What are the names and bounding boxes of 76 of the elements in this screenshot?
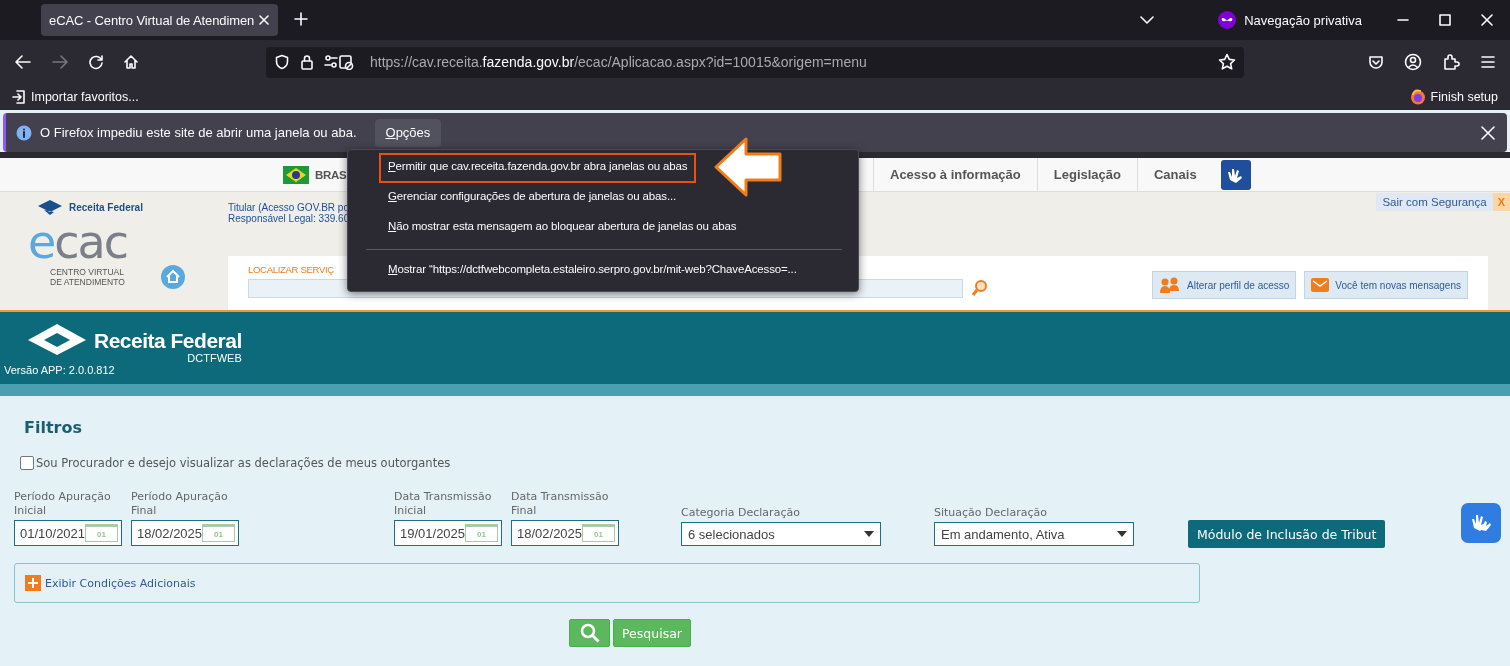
bookmark-item[interactable]: Importar favoritos... [12,90,139,104]
field-label: Período Apuração Inicial [14,490,112,518]
back-icon[interactable] [14,54,32,70]
nav-link[interactable]: Legislação [1036,158,1137,191]
receita-federal-logo: Receita Federal [36,198,143,216]
sign-language-button[interactable] [1461,503,1501,543]
menu-icon[interactable] [1480,54,1496,70]
mask-icon [1218,11,1237,29]
date-field[interactable]: 18/02/2025 01 [131,520,239,546]
account-icon[interactable] [1404,53,1422,71]
caret-icon [1117,531,1127,537]
envelope-icon [1311,278,1330,292]
logout-button[interactable]: Sair com Segurança [1376,193,1493,211]
url-text: https://cav.receita.fazenda.gov.br/ecac/Aplicacao.aspx?id=10015&origem=menu [370,54,867,70]
star-icon[interactable] [1218,53,1236,71]
reload-icon[interactable] [88,54,104,70]
nav-link[interactable]: Acesso à informação [873,158,1037,191]
field-label: Categoria Declaração [681,506,801,520]
app-version: Versão APP: 2.0.0.812 [4,364,116,376]
forward-icon[interactable] [51,54,69,70]
caret-icon [864,531,874,537]
lock-icon [300,54,314,70]
permissions-icon [324,54,354,70]
close-icon [258,14,271,26]
people-icon [1159,276,1182,294]
dropdown[interactable]: 6 selecionados [681,522,881,546]
app-brand: Receita Federal [94,329,242,353]
module-button[interactable]: Módulo de Inclusão de Tribut [1188,520,1385,548]
menu-item[interactable]: Permitir que cav.receita.fazenda.gov.br abra janelas ou abas [379,153,697,183]
field-label: Data Transmissão Inicial [394,490,493,518]
options-button[interactable]: Opções [374,118,442,147]
nav-link[interactable]: Canais [1137,158,1213,191]
ecac-logo: ecac [28,220,128,264]
bookmark-item[interactable]: Finish setup [1409,89,1498,105]
field-label: Período Apuração Final [131,490,229,518]
chevron-down-icon[interactable] [1140,14,1155,25]
notification-message: O Firefox impediu este site de abrir uma janela ou aba. [40,125,357,140]
home-icon[interactable] [123,54,139,70]
date-field[interactable]: 19/01/2025 01 [394,520,502,546]
procurador-checkbox[interactable] [20,456,34,470]
field-label: Data Transmissão Final [511,490,610,518]
country-label: BRAS [315,168,347,181]
date-field[interactable]: 01/10/2021 01 [14,520,122,546]
search-icon[interactable] [971,279,989,297]
pocket-icon[interactable] [1368,54,1384,70]
fox-icon [1409,89,1426,105]
flag-icon [283,165,309,184]
puzzle-icon[interactable] [1442,53,1460,71]
browser-tab[interactable]: eCAC - Centro Virtual de Atendimen [41,4,279,36]
close-icon[interactable] [1481,125,1495,140]
sign-language-icon[interactable] [1220,159,1251,190]
menu-item[interactable]: Gerenciar configurações de abertura de janelas ou abas... [357,183,708,213]
logo-subtitle: CENTRO VIRTUAL DE ATENDIMENTO [50,267,126,287]
product-name: DCTFWEB [186,353,242,363]
checkbox-label: Sou Procurador e desejo visualizar as declarações de meus outorgantes [36,456,451,470]
menu-item[interactable]: Não mostrar esta mensagem ao bloquear abertura de janelas ou abas [357,213,768,243]
dropdown[interactable]: Em andamento, Ativa [934,522,1134,546]
change-profile-button[interactable]: Alterar perfil de acesso [1152,271,1297,299]
maximize-icon[interactable] [1438,13,1452,27]
plus-icon[interactable] [294,11,309,26]
shield-icon [274,54,290,70]
close-icon[interactable] [1480,13,1494,27]
search-label: LOCALIZAR SERVIÇ [248,264,334,275]
menu-item[interactable]: Mostrar “https://dctfwebcompleta.estaleiro.serpro.gov.br/mit-web?ChaveAcesso=... [357,256,828,286]
info-icon [16,124,32,141]
arrow-annotation [713,136,783,198]
date-field[interactable]: 18/02/2025 01 [511,520,619,546]
import-icon [12,90,26,104]
search-icon [579,623,600,643]
search-icon-button[interactable] [569,619,610,647]
address-bar[interactable]: https://cav.receita.fazenda.gov.br/ecac/Aplicacao.aspx?id=10015&origem=menu [266,46,1244,78]
field-label: Situação Declaração [934,506,1048,520]
filters-title: Filtros [24,418,83,437]
messages-button[interactable]: Você tem novas mensagens [1304,271,1468,299]
private-browsing-label: Navegação privativa [1244,12,1362,28]
expand-link[interactable]: Exibir Condições Adicionais [45,576,196,590]
